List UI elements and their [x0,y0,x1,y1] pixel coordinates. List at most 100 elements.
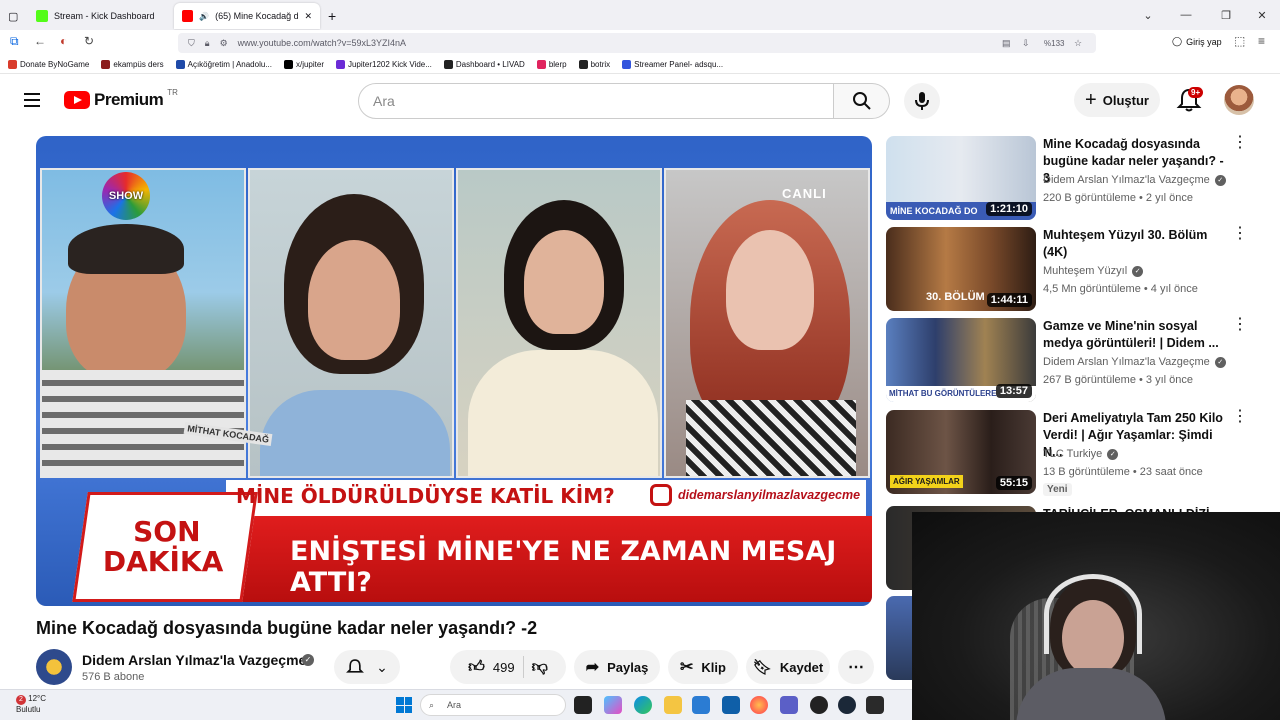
extensions-icon[interactable]: ⬚ [1234,34,1245,48]
bookmark-item[interactable]: blerp [536,60,567,69]
video-thumbnail[interactable]: AĞIR YAŞAMLAR 55:15 [886,410,1036,494]
dislike-button[interactable]: 👎︎ [532,658,548,677]
zoom-level[interactable]: %133 [1044,39,1064,48]
microphone-icon [915,92,929,110]
close-tab-icon[interactable]: ✕ [304,11,312,22]
copilot-icon[interactable] [604,696,622,714]
steam-icon[interactable] [838,696,856,714]
epic-games-icon[interactable] [866,696,884,714]
rec-channel[interactable]: Didem Arslan Yılmaz'la Vazgeçme ✓ [1043,174,1226,186]
create-button[interactable]: + Oluştur [1074,83,1160,117]
save-button[interactable]: 🔖︎ Kaydet [746,650,830,684]
bookmark-item[interactable]: ekampüs ders [101,60,164,69]
user-avatar[interactable] [1224,85,1254,115]
rec-channel[interactable]: Didem Arslan Yılmaz'la Vazgeçme ✓ [1043,356,1226,368]
signin-label: Giriş yap [1186,36,1222,47]
rec-title[interactable]: Muhteşem Yüzyıl 30. Bölüm (4K) [1043,227,1233,261]
weather-widget[interactable]: 2 12°C Bulutlu [16,694,46,715]
more-options-icon[interactable]: ⋮ [1232,409,1248,425]
bookmark-star-icon[interactable]: ☆ [1074,38,1082,49]
share-button[interactable]: ➦ Paylaş [574,650,660,684]
tab-youtube-video[interactable]: 🔊 (65) Mine Kocadağ dosyası ✕ [174,3,320,29]
speaker-icon[interactable]: 🔊 [199,12,209,21]
obs-icon[interactable] [810,696,828,714]
more-options-icon[interactable]: ⋮ [1232,135,1248,151]
weather-alert-badge: 2 [16,695,26,705]
tab-kick-dashboard[interactable]: Stream - Kick Dashboard [28,3,174,29]
store-icon[interactable] [692,696,710,714]
address-bar[interactable]: ⛉ 🔒︎ ⚙ www.youtube.com/watch?v=59xL3YZI4… [178,33,1096,53]
new-tab-button[interactable]: + [320,3,344,29]
bookmark-item[interactable]: Jupiter1202 Kick Vide... [335,60,432,69]
streamer-webcam-overlay [912,512,1280,720]
reader-icon[interactable]: ▤ [1002,38,1011,49]
bookmark-favicon-icon [443,60,453,69]
bookmark-item[interactable]: Açıköğretim | Anadolu... [175,60,272,69]
bookmark-item[interactable]: botrix [578,60,610,69]
recommendation-item[interactable]: MİTHAT BU GÖRÜNTÜLERE 13:57 Gamze ve Min… [886,317,1266,402]
notification-badge: 9+ [1188,87,1204,98]
channel-name[interactable]: Didem Arslan Yılmaz'la Vazgeçme [82,652,306,668]
lock-icon[interactable]: 🔒︎ [205,38,210,49]
search-button[interactable] [834,83,890,119]
account-icon: ◯ [1172,36,1183,46]
bookmark-item[interactable]: Donate ByNoGame [8,60,89,69]
tab-overflow-icon[interactable]: ⌄ [1128,0,1168,30]
logo-text: Premium [94,90,164,109]
bell-icon [346,659,365,673]
video-player[interactable]: SHOW CANLI MİTHAT KOCADAĞ SON DAKİKA MİN… [36,136,872,606]
more-options-icon[interactable]: ⋮ [1232,226,1248,242]
subscription-notifications-button[interactable]: ⌄ [334,650,400,684]
edge-icon[interactable] [634,696,652,714]
bookmark-item[interactable]: Dashboard • LIVAD [443,60,525,69]
task-view-icon[interactable] [574,696,592,714]
teams-icon[interactable] [780,696,798,714]
recommendation-item[interactable]: MİNE KOCADAĞ DO 1:21:10 Mine Kocadağ dos… [886,135,1266,220]
close-window-button[interactable]: ✕ [1242,0,1280,30]
minimize-button[interactable]: — [1166,0,1206,30]
taskbar-search-input[interactable]: ⌕ Ara [420,694,566,716]
video-duration: 1:21:10 [986,202,1032,216]
app-menu-icon[interactable]: ≡ [1258,34,1265,48]
browser-tab-bar: ▢ Stream - Kick Dashboard 🔊 (65) Mine Ko… [0,0,1280,30]
sidebar-toggle-icon[interactable]: ⧉ [10,34,19,49]
reload-button[interactable]: ↻ [84,34,94,48]
video-thumbnail[interactable]: 30. BÖLÜM 1:44:11 [886,227,1036,311]
maximize-button[interactable]: ❐ [1206,0,1246,30]
forward-button[interactable]: ◐ [60,34,67,48]
channel-avatar[interactable] [36,649,72,685]
bookmark-item[interactable]: x/jupiter [283,60,324,69]
recommendation-item[interactable]: 30. BÖLÜM 1:44:11 Muhteşem Yüzyıl 30. Bö… [886,226,1266,311]
rec-title[interactable]: Gamze ve Mine'nin sosyal medya görüntüle… [1043,318,1233,352]
back-button[interactable]: ← [34,34,46,48]
recommendation-thumbnail-partial[interactable] [886,596,912,680]
more-actions-button[interactable]: ⋯ [838,650,874,684]
start-button[interactable] [396,697,412,713]
host-face [524,230,604,334]
signin-button[interactable]: ◯ Giriş yap [1172,36,1222,47]
bookmark-item[interactable]: Streamer Panel- adsqu... [622,60,723,69]
tab-list-icon[interactable]: ▢ [0,3,28,29]
video-thumbnail[interactable]: MİTHAT BU GÖRÜNTÜLERE 13:57 [886,318,1036,402]
firefox-icon[interactable] [750,696,768,714]
verified-check-icon: ✓ [1107,448,1119,460]
download-icon[interactable]: ⇩ [1022,38,1030,49]
clip-button[interactable]: ✂ Klip [668,650,738,684]
like-button[interactable]: 👍︎ 499 [468,658,514,677]
file-explorer-icon[interactable] [664,696,682,714]
recommendation-item[interactable]: AĞIR YAŞAMLAR 55:15 Deri Ameliyatıyla Ta… [886,409,1266,496]
rec-channel[interactable]: TLC Turkiye ✓ [1043,448,1119,460]
breaking-news-banner: SON DAKİKA MİNE ÖLDÜRÜLDÜYSE KATİL KİM? … [36,472,872,606]
rec-channel[interactable]: Muhteşem Yüzyıl ✓ [1043,265,1144,277]
hamburger-menu-icon[interactable] [24,93,40,107]
video-thumbnail[interactable]: MİNE KOCADAĞ DO 1:21:10 [886,136,1036,220]
youtube-premium-logo[interactable]: Premium TR [64,88,178,110]
bookmark-favicon-icon [175,60,185,69]
outlook-icon[interactable] [722,696,740,714]
subscriber-count: 576 B abone [82,671,145,683]
permissions-icon[interactable]: ⚙ [220,38,228,49]
more-options-icon[interactable]: ⋮ [1232,317,1248,333]
voice-search-button[interactable] [904,83,940,119]
shield-icon[interactable]: ⛉ [188,38,195,49]
search-input[interactable]: Ara [358,83,834,119]
